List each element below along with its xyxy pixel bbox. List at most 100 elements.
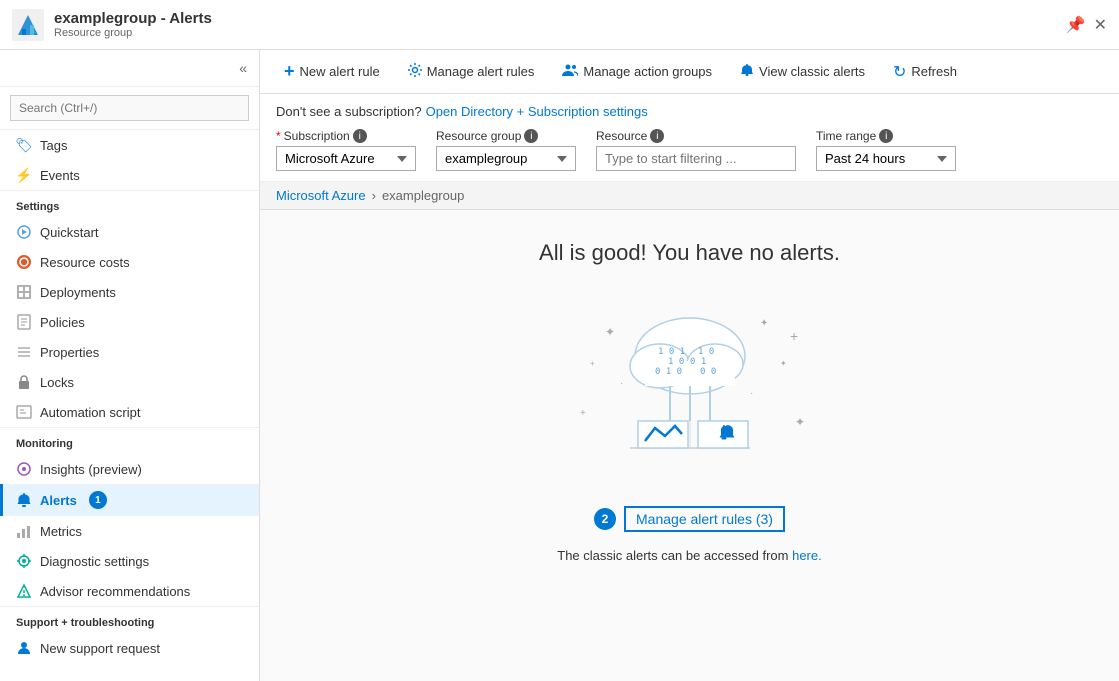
locks-icon	[16, 374, 32, 390]
window-controls[interactable]: 📌 ✕	[1066, 15, 1107, 35]
sidebar-item-deployments[interactable]: Deployments	[0, 277, 259, 307]
resource-info-icon: i	[650, 129, 664, 143]
diagnostic-settings-icon	[16, 553, 32, 569]
sidebar-item-label: Policies	[40, 315, 85, 330]
title-bar: examplegroup - Alerts Resource group 📌 ✕	[0, 0, 1119, 50]
subscription-select[interactable]: Microsoft Azure	[276, 146, 416, 171]
sidebar-item-label: Alerts	[40, 493, 77, 508]
events-icon: ⚡	[16, 167, 32, 183]
sidebar-item-automation-script[interactable]: Automation script	[0, 397, 259, 427]
sidebar-collapse[interactable]: «	[0, 50, 259, 87]
manage-alert-rules-label: Manage alert rules	[427, 64, 535, 79]
breadcrumb-separator: ›	[372, 188, 376, 203]
svg-text:0 1: 0 1	[690, 357, 706, 367]
sidebar-item-alerts[interactable]: Alerts 1	[0, 484, 259, 516]
breadcrumb: Microsoft Azure › examplegroup	[260, 182, 1119, 210]
svg-text:1 0: 1 0	[668, 357, 684, 367]
manage-alert-rules-link-box: Manage alert rules (3)	[624, 506, 785, 532]
content-area: + New alert rule Manage alert rules Mana…	[260, 50, 1119, 681]
policies-icon	[16, 314, 32, 330]
svg-text:·: ·	[620, 378, 623, 389]
view-classic-alerts-label: View classic alerts	[759, 64, 865, 79]
subscription-label: * Subscription i	[276, 129, 416, 143]
properties-icon	[16, 344, 32, 360]
sidebar-item-label: Automation script	[40, 405, 140, 420]
new-alert-rule-button[interactable]: + New alert rule	[272, 55, 392, 88]
filters-bar: Don't see a subscription? Open Directory…	[260, 94, 1119, 182]
insights-icon	[16, 461, 32, 477]
empty-state: All is good! You have no alerts. ✦ ✦ ✦ +…	[260, 210, 1119, 583]
refresh-button[interactable]: ↻ Refresh	[881, 56, 969, 88]
sidebar-item-diagnostic-settings[interactable]: Diagnostic settings	[0, 546, 259, 576]
breadcrumb-microsoft-azure[interactable]: Microsoft Azure	[276, 188, 366, 203]
sidebar-item-label: Locks	[40, 375, 74, 390]
svg-text:0 0: 0 0	[700, 367, 716, 377]
sidebar-item-metrics[interactable]: Metrics	[0, 516, 259, 546]
support-icon	[16, 640, 32, 656]
sidebar-item-label: Deployments	[40, 285, 116, 300]
time-range-info-icon: i	[879, 129, 893, 143]
manage-action-groups-button[interactable]: Manage action groups	[550, 57, 724, 86]
sidebar-item-advisor-recommendations[interactable]: Advisor recommendations	[0, 576, 259, 606]
manage-link-badge: 2	[594, 508, 616, 530]
sidebar-item-label: Diagnostic settings	[40, 554, 149, 569]
required-marker: *	[276, 129, 281, 143]
sidebar-item-quickstart[interactable]: Quickstart	[0, 217, 259, 247]
svg-text:+: +	[580, 408, 586, 419]
sidebar-search-container	[0, 87, 259, 130]
metrics-icon	[16, 523, 32, 539]
view-classic-alerts-button[interactable]: View classic alerts	[728, 57, 877, 86]
sidebar-item-resource-costs[interactable]: Resource costs	[0, 247, 259, 277]
resource-input[interactable]	[596, 146, 796, 171]
sidebar-item-label: Tags	[40, 138, 67, 153]
sidebar-item-policies[interactable]: Policies	[0, 307, 259, 337]
svg-text:+: +	[790, 328, 798, 344]
deployments-icon	[16, 284, 32, 300]
sidebar-item-properties[interactable]: Properties	[0, 337, 259, 367]
subscription-notice-row: Don't see a subscription? Open Directory…	[276, 104, 1103, 119]
subscription-settings-link[interactable]: Open Directory + Subscription settings	[426, 104, 648, 119]
sidebar-item-label: New support request	[40, 641, 160, 656]
subscription-info-icon: i	[353, 129, 367, 143]
resource-costs-icon	[16, 254, 32, 270]
sidebar-item-insights-preview[interactable]: Insights (preview)	[0, 454, 259, 484]
sidebar-item-locks[interactable]: Locks	[0, 367, 259, 397]
app-icon	[12, 9, 44, 41]
alerts-badge: 1	[89, 491, 107, 509]
people-icon	[562, 63, 578, 80]
search-input[interactable]	[10, 95, 249, 121]
section-settings: Settings	[0, 190, 259, 217]
content-scroll: Don't see a subscription? Open Directory…	[260, 94, 1119, 681]
sidebar-scroll: 🏷 Tags ⚡ Events Settings Quickstart Reso…	[0, 130, 259, 681]
classic-alerts-text: The classic alerts can be accessed from …	[557, 548, 821, 563]
classic-alerts-link[interactable]: here.	[792, 548, 822, 563]
sidebar-item-events[interactable]: ⚡ Events	[0, 160, 259, 190]
alerts-illustration: ✦ ✦ ✦ + + · · ✦ + 1 0 1 1 0	[550, 286, 830, 486]
section-support: Support + troubleshooting	[0, 606, 259, 633]
gear-icon	[408, 63, 422, 80]
sidebar-item-label: Metrics	[40, 524, 82, 539]
filter-time-range: Time range i Past 24 hours Past hour Pas…	[816, 129, 956, 171]
svg-text:✦: ✦	[795, 415, 805, 429]
filter-subscription: * Subscription i Microsoft Azure	[276, 129, 416, 171]
manage-link-row: 2 Manage alert rules (3)	[594, 506, 785, 532]
manage-alert-rules-button[interactable]: Manage alert rules	[396, 57, 547, 86]
advisor-icon	[16, 583, 32, 599]
close-icon[interactable]: ✕	[1094, 15, 1107, 35]
classic-text-label: The classic alerts can be accessed from	[557, 548, 788, 563]
filter-fields: * Subscription i Microsoft Azure Resourc…	[276, 129, 1103, 171]
sidebar-item-new-support-request[interactable]: New support request	[0, 633, 259, 663]
bell-icon	[740, 63, 754, 80]
empty-state-title: All is good! You have no alerts.	[539, 240, 840, 266]
collapse-button[interactable]: «	[235, 56, 251, 80]
sidebar-item-label: Properties	[40, 345, 99, 360]
resource-group-select[interactable]: examplegroup	[436, 146, 576, 171]
svg-text:✦: ✦	[760, 318, 768, 329]
sidebar-item-tags[interactable]: 🏷 Tags	[0, 130, 259, 160]
refresh-icon: ↻	[893, 62, 906, 82]
time-range-select[interactable]: Past 24 hours Past hour Past week Past m…	[816, 146, 956, 171]
pin-icon[interactable]: 📌	[1066, 15, 1086, 35]
svg-text:✦: ✦	[605, 325, 615, 339]
sidebar-item-label: Resource costs	[40, 255, 130, 270]
manage-alert-rules-link[interactable]: Manage alert rules (3)	[636, 511, 773, 527]
